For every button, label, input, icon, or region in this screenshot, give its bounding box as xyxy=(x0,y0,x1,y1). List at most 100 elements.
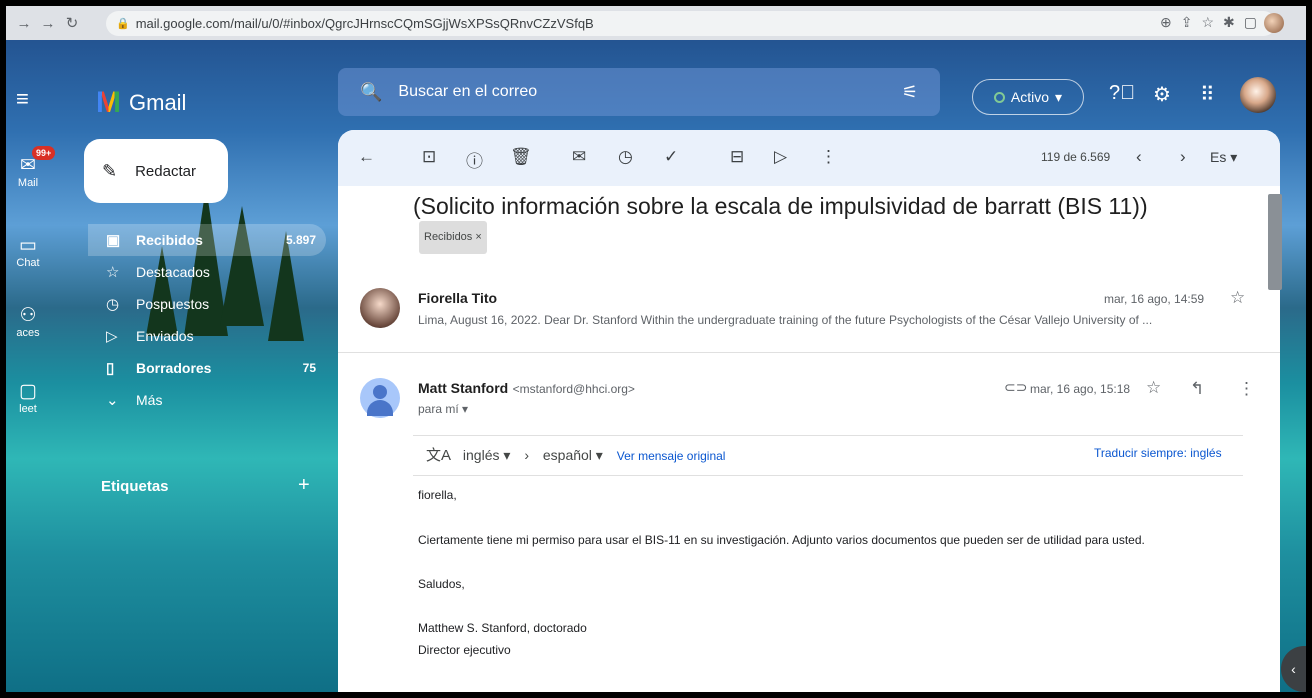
reply-icon[interactable]: ↰ xyxy=(1190,379,1204,399)
rail-mail-label: Mail xyxy=(17,177,39,189)
star-icon[interactable]: ☆ xyxy=(1230,288,1245,308)
sidebar-item-label: Pospuestos xyxy=(136,296,210,312)
message-position: 119 de 6.569 xyxy=(1041,150,1111,164)
next-icon[interactable]: › xyxy=(1180,147,1186,167)
search-icon[interactable]: 🔍 xyxy=(360,82,382,103)
body-greeting: fiorella, xyxy=(418,488,457,502)
more-vertical-icon[interactable]: ⋮ xyxy=(820,147,837,167)
spaces-icon: ⚇ xyxy=(19,305,37,326)
account-avatar[interactable] xyxy=(1240,77,1276,113)
message-snippet[interactable]: Lima, August 16, 2022. Dear Dr. Stanford… xyxy=(418,313,1248,327)
person-body-icon xyxy=(367,400,393,416)
translate-bar: 文A inglés ▾ › español ▾ Ver mensaje orig… xyxy=(426,444,725,465)
prev-icon[interactable]: ‹ xyxy=(1136,147,1142,167)
sender-avatar[interactable] xyxy=(360,378,400,418)
send-icon: ▷ xyxy=(106,328,118,345)
divider xyxy=(413,435,1243,436)
help-icon[interactable]: ?⃝ xyxy=(1109,82,1135,105)
mark-unread-icon[interactable]: ✉ xyxy=(572,147,586,167)
status-label: Activo xyxy=(1010,89,1050,105)
video-icon: ▢ xyxy=(19,381,37,402)
archive-icon[interactable]: ⊡ xyxy=(422,147,436,167)
sidebar-item-label: Destacados xyxy=(136,264,210,280)
always-translate-link[interactable]: Traducir siempre: inglés xyxy=(1094,446,1222,460)
sidebar-item-starred[interactable]: ☆ Destacados xyxy=(88,256,326,288)
back-icon[interactable]: → xyxy=(12,15,36,32)
translate-icon: 文A xyxy=(426,447,452,464)
chat-icon: ▭ xyxy=(19,235,37,256)
url-text: mail.google.com/mail/u/0/#inbox/QgrcJHrn… xyxy=(135,16,594,31)
delete-icon[interactable]: 🗑 xyxy=(510,147,532,167)
compose-label: Redactar xyxy=(135,162,196,180)
target-language-label: español xyxy=(542,447,592,463)
rail-meet[interactable]: ▢ leet xyxy=(8,380,48,415)
address-bar[interactable]: 🔒 mail.google.com/mail/u/0/#inbox/QgrcJH… xyxy=(106,11,1276,36)
gear-icon[interactable]: ⚙ xyxy=(1153,82,1171,107)
sender-line: Matt Stanford <mstanford@hhci.org> xyxy=(418,380,635,398)
rail-chat[interactable]: ▭ Chat xyxy=(8,234,48,269)
sidebar-item-label: Más xyxy=(136,392,163,408)
gmail-logo[interactable]: M Gmail xyxy=(96,86,186,120)
app-name: Gmail xyxy=(129,90,187,115)
unread-count: 5.897 xyxy=(285,233,316,247)
source-language-label: inglés xyxy=(462,447,500,463)
add-label-icon[interactable]: + xyxy=(298,474,310,497)
compose-button[interactable]: ✎ Redactar xyxy=(84,139,228,203)
label-icon[interactable]: ▷ xyxy=(774,147,787,167)
sender-name[interactable]: Fiorella Tito xyxy=(418,290,497,306)
input-language-button[interactable]: Es ▾ xyxy=(1210,149,1237,166)
forward-icon[interactable]: → xyxy=(36,15,60,32)
sidebar-item-sent[interactable]: ▷ Enviados xyxy=(88,320,326,352)
rail-meet-label: leet xyxy=(19,403,37,415)
menu-icon[interactable]: ≡ xyxy=(16,86,29,112)
search-box[interactable]: 🔍 Buscar en el correo ⚟ xyxy=(338,68,940,116)
inbox-icon: ▣ xyxy=(106,232,121,249)
unread-badge: 99+ xyxy=(32,146,56,160)
sender-avatar[interactable] xyxy=(360,288,400,328)
recipient-dropdown[interactable]: para mí ▾ xyxy=(418,402,468,416)
sidebar-item-snoozed[interactable]: ◷ Pospuestos xyxy=(88,288,326,320)
screen: → → ↻ 🔒 mail.google.com/mail/u/0/#inbox/… xyxy=(6,6,1306,692)
file-icon: ▯ xyxy=(106,360,115,377)
inbox-label-chip[interactable]: Recibidos × xyxy=(419,221,487,254)
rail-spaces-label: aces xyxy=(16,327,40,339)
divider xyxy=(338,352,1280,353)
back-arrow-icon[interactable]: ← xyxy=(358,147,375,167)
apps-grid-icon[interactable]: ⠿ xyxy=(1200,82,1215,107)
sidebar-item-label: Recibidos xyxy=(136,232,203,248)
message-panel: ← ⊡ ⓘ 🗑 ✉ ◷ ✓ ⊟ ▷ ⋮ 119 de 6.569 ‹ › Es … xyxy=(338,130,1280,692)
reload-icon[interactable]: ↻ xyxy=(60,14,84,32)
show-side-panel-icon[interactable]: ‹ xyxy=(1281,646,1306,692)
clock-icon: ◷ xyxy=(106,296,120,313)
message-subject: (Solicito información sobre la escala de… xyxy=(413,192,1153,254)
message-date: mar, 16 ago, 15:18 xyxy=(1030,382,1131,396)
star-icon[interactable]: ☆ xyxy=(1146,378,1161,398)
subject-text: (Solicito información sobre la escala de… xyxy=(413,193,1148,219)
sidebar-item-label: Enviados xyxy=(136,328,194,344)
move-to-icon[interactable]: ⊟ xyxy=(730,147,744,167)
sidebar-item-inbox[interactable]: ▣ Recibidos 5.897 xyxy=(88,224,326,256)
browser-actions-icon[interactable]: ⊕⇪☆✱▢ xyxy=(1160,14,1266,31)
rail-spaces[interactable]: ⚇ aces xyxy=(8,304,48,339)
sender-email: <mstanford@hhci.org> xyxy=(512,382,635,396)
sender-name[interactable]: Matt Stanford xyxy=(418,380,508,396)
sidebar-item-more[interactable]: ⌄ Más xyxy=(88,384,326,416)
search-input[interactable]: Buscar en el correo xyxy=(398,83,537,101)
signature-name: Matthew S. Stanford, doctorado xyxy=(418,621,587,635)
snooze-icon[interactable]: ◷ xyxy=(618,147,633,167)
labels-heading: Etiquetas xyxy=(101,478,169,495)
view-original-link[interactable]: Ver mensaje original xyxy=(617,449,726,463)
status-button[interactable]: Activo ▾ xyxy=(972,79,1084,115)
sidebar-item-drafts[interactable]: ▯ Borradores 75 xyxy=(88,352,326,384)
pencil-icon: ✎ xyxy=(102,160,118,181)
scrollbar-thumb[interactable] xyxy=(1268,194,1282,290)
attachment-icon: ⊂⊃ xyxy=(1004,379,1028,395)
source-language-select[interactable]: inglés ▾ xyxy=(463,447,511,463)
chevron-down-icon: ▾ xyxy=(1055,88,1063,105)
more-vertical-icon[interactable]: ⋮ xyxy=(1238,379,1255,399)
browser-profile-avatar[interactable] xyxy=(1264,13,1284,33)
report-spam-icon[interactable]: ⓘ xyxy=(466,147,483,172)
target-language-select[interactable]: español ▾ xyxy=(543,447,603,463)
search-options-icon[interactable]: ⚟ xyxy=(902,82,918,103)
add-task-icon[interactable]: ✓ xyxy=(664,147,678,167)
